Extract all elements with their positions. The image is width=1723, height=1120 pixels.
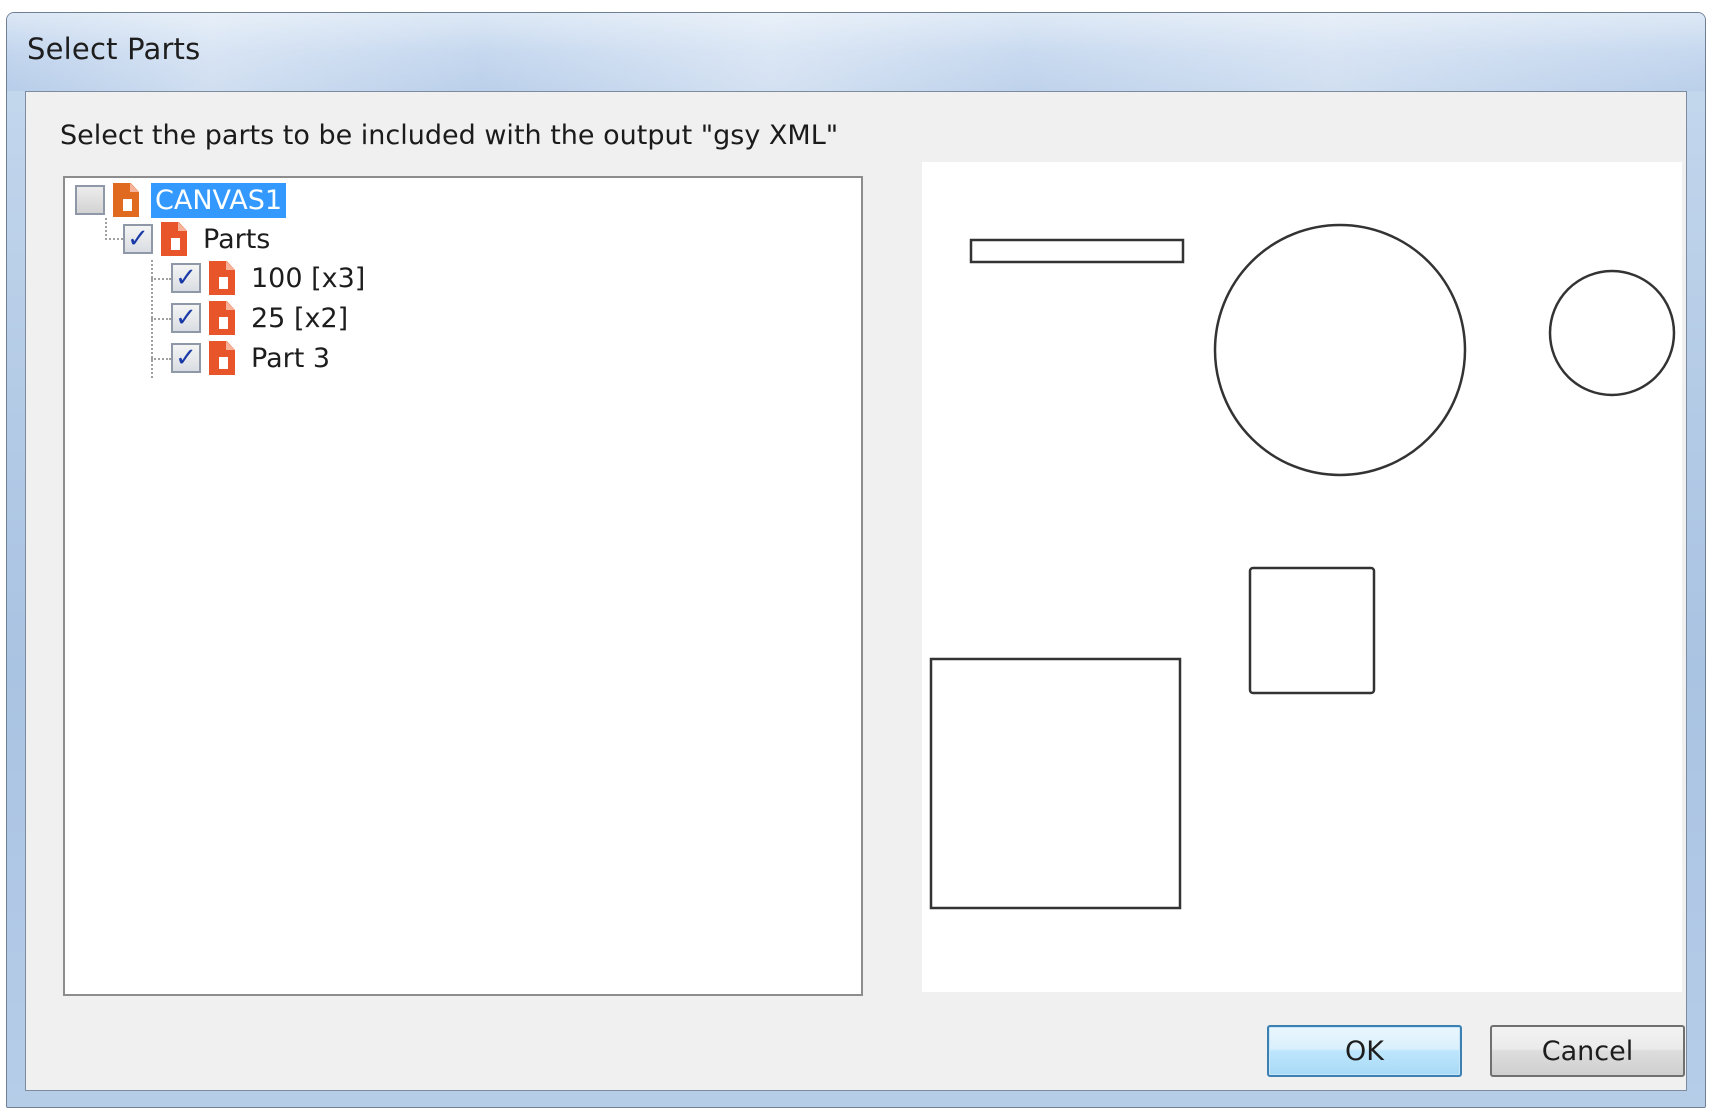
tree-connector: [151, 318, 171, 320]
small-square-shape: [1248, 566, 1376, 695]
part-doc-icon: [207, 341, 237, 375]
cancel-button[interactable]: Cancel: [1490, 1025, 1685, 1077]
tree-node-part[interactable]: ✓ 100 [x3]: [171, 259, 369, 297]
window-title: Select Parts: [27, 32, 201, 66]
tree-node-part[interactable]: ✓ Part 3: [171, 339, 334, 377]
title-bar[interactable]: Select Parts: [7, 13, 1705, 91]
part-checkbox[interactable]: ✓: [171, 303, 201, 333]
parts-doc-icon: [159, 222, 189, 256]
preview-canvas: [929, 223, 1676, 910]
check-mark-icon: ✓: [175, 343, 197, 373]
dialog-body: Select the parts to be included with the…: [25, 91, 1687, 1091]
large-square-shape: [929, 657, 1182, 910]
tree-node-label[interactable]: 25 [x2]: [247, 301, 352, 336]
check-mark-icon: ✓: [175, 303, 197, 333]
thin-rectangle-shape: [969, 238, 1185, 264]
part-checkbox[interactable]: ✓: [171, 343, 201, 373]
instruction-text: Select the parts to be included with the…: [60, 120, 839, 151]
small-circle-shape: [1548, 269, 1676, 397]
parts-checkbox[interactable]: ✓: [123, 224, 153, 254]
large-circle-shape: [1213, 223, 1467, 477]
tree-node-label[interactable]: 100 [x3]: [247, 261, 369, 296]
select-parts-dialog: Select Parts Select the parts to be incl…: [6, 12, 1706, 1108]
part-doc-icon: [207, 261, 237, 295]
tree-node-canvas1[interactable]: CANVAS1: [75, 181, 287, 219]
parts-preview: [922, 162, 1682, 992]
canvas-doc-icon: [111, 183, 141, 217]
part-checkbox[interactable]: ✓: [171, 263, 201, 293]
tree-connector: [105, 238, 123, 240]
tree-connector: [151, 278, 171, 280]
tree-node-label[interactable]: Part 3: [247, 341, 334, 376]
tree-connector: [151, 358, 171, 360]
tree-node-label[interactable]: Parts: [199, 222, 274, 257]
tree-node-label[interactable]: CANVAS1: [151, 182, 287, 218]
tree-node-part[interactable]: ✓ 25 [x2]: [171, 299, 352, 337]
parts-tree[interactable]: CANVAS1 ✓ Parts ✓ 100 [x3] ✓ 25 [x2] ✓ P…: [63, 176, 863, 996]
tree-connector: [105, 218, 107, 240]
tree-node-parts[interactable]: ✓ Parts: [123, 220, 274, 258]
check-mark-icon: ✓: [127, 224, 149, 254]
canvas1-checkbox[interactable]: [75, 185, 105, 215]
part-doc-icon: [207, 301, 237, 335]
ok-button[interactable]: OK: [1267, 1025, 1462, 1077]
check-mark-icon: ✓: [175, 263, 197, 293]
